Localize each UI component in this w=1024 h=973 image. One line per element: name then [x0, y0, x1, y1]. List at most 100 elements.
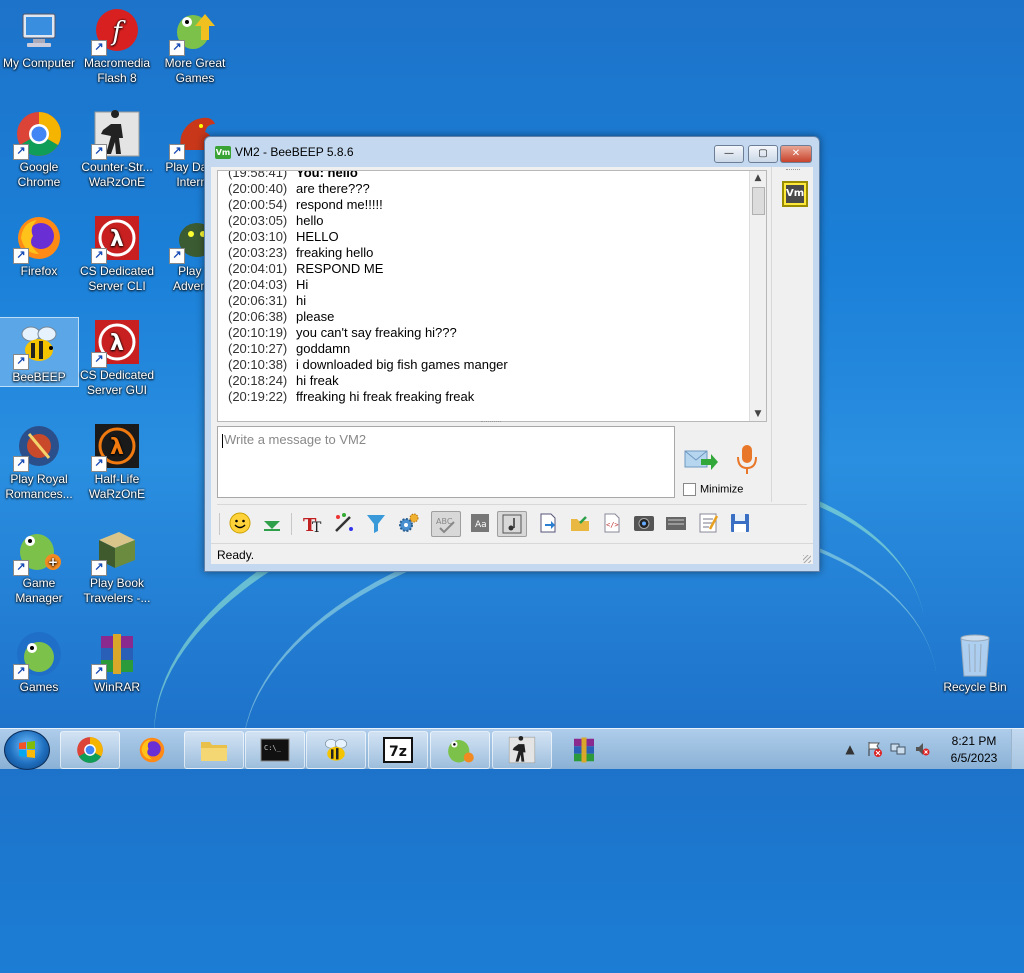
- taskbar-chrome[interactable]: [60, 731, 120, 769]
- window-client-area: (19:58:41) You: hello (20:00:40) are there…: [211, 167, 813, 564]
- title-bar[interactable]: Vm VM2 - BeeBEEP 5.8.6 — ▢ ✕: [205, 137, 819, 167]
- computer-icon: [15, 6, 63, 54]
- chat-line: (20:10:19) you can't say freaking hi???: [228, 325, 457, 341]
- taskbar-cmd[interactable]: C:\_: [245, 731, 305, 769]
- color-icon[interactable]: [331, 511, 357, 537]
- terminal-icon: C:\_: [260, 738, 290, 762]
- microphone-icon: [737, 445, 757, 474]
- folder-share-icon[interactable]: [567, 511, 593, 537]
- desktop-icon-royal-romances[interactable]: ↗ Play Royal Romances...: [0, 416, 78, 502]
- start-button[interactable]: [4, 730, 50, 770]
- message-input[interactable]: Write a message to VM2: [217, 426, 675, 498]
- folder-icon: [201, 742, 227, 761]
- desktop-icon-half-life[interactable]: λ ↗ Half-Life WaRzOnE: [78, 416, 156, 502]
- note-icon[interactable]: [695, 511, 721, 537]
- svg-text:Aa: Aa: [475, 520, 487, 530]
- font-icon[interactable]: TT: [299, 511, 325, 537]
- checkbox-box[interactable]: [683, 483, 696, 496]
- scroll-down-icon[interactable]: ▼: [753, 409, 763, 419]
- taskbar-firefox[interactable]: [122, 731, 182, 769]
- desktop-icon-my-computer[interactable]: My Computer: [0, 0, 78, 71]
- frog-icon: ↗: [13, 630, 63, 680]
- keyboard-icon[interactable]: [663, 511, 689, 537]
- filter-icon[interactable]: [363, 511, 389, 537]
- desktop-icon-label: BeeBEEP: [12, 370, 66, 384]
- message-time: (19:58:41): [228, 170, 288, 180]
- minimize-checkbox[interactable]: Minimize: [683, 483, 743, 496]
- message-text: goddamn: [296, 341, 351, 356]
- svg-text:</>: </>: [606, 521, 619, 529]
- half-life-icon: λ ↗: [91, 422, 141, 472]
- show-desktop-button[interactable]: [1011, 729, 1024, 769]
- desktop-icon-recycle-bin[interactable]: Recycle Bin: [936, 624, 1014, 695]
- chat-line: (20:03:05) hello: [228, 213, 323, 229]
- desktop-icon-label: Games: [19, 680, 59, 694]
- chat-scrollbar[interactable]: ▲ ▼: [749, 171, 766, 421]
- send-icon: [684, 450, 718, 470]
- spellcheck-icon[interactable]: ABC: [431, 511, 461, 537]
- desktop-icon-label: Half-Life WaRzOnE: [88, 472, 146, 501]
- taskbar-beebeep[interactable]: [306, 731, 366, 769]
- chat-line: (20:03:23) freaking hello: [228, 245, 373, 261]
- 7zip-icon: 7z: [383, 737, 413, 763]
- desktop-icon-counter-strike[interactable]: ↗ Counter-Str... WaRzOnE: [78, 104, 156, 190]
- chat-line: (20:03:10) HELLO: [228, 229, 339, 245]
- save-icon[interactable]: [727, 511, 753, 537]
- chat-line: (20:06:38) please: [228, 309, 334, 325]
- desktop-icon-game-manager[interactable]: + ↗ Game Manager: [0, 520, 78, 606]
- scroll-thumb[interactable]: [752, 187, 765, 215]
- network-icon[interactable]: [890, 741, 906, 757]
- message-time: (20:10:27): [228, 341, 288, 356]
- resize-grip[interactable]: [803, 555, 811, 563]
- clock-date: 6/5/2023: [950, 751, 998, 765]
- desktop-icon-cs-server-gui[interactable]: λ ↗ CS Dedicated Server GUI: [78, 312, 156, 398]
- app-icon: Vm: [215, 146, 231, 159]
- close-button[interactable]: ✕: [780, 145, 812, 163]
- desktop-icon-flash[interactable]: f ↗ Macromedia Flash 8: [78, 0, 156, 86]
- send-file-icon[interactable]: [535, 511, 561, 537]
- desktop-icon-cs-server-cli[interactable]: λ ↗ CS Dedicated Server CLI: [78, 208, 156, 294]
- counter-strike-icon: [508, 736, 536, 764]
- desktop-icon-winrar[interactable]: ↗ WinRAR: [78, 624, 156, 695]
- send-button[interactable]: [683, 445, 719, 475]
- desktop-icon-games[interactable]: ↗ Games: [0, 624, 78, 695]
- settings-icon[interactable]: [395, 511, 421, 537]
- frog-icon: [448, 740, 474, 763]
- text-format-icon[interactable]: Aa: [467, 511, 493, 537]
- chat-line: (20:00:54) respond me!!!!!: [228, 197, 383, 213]
- taskbar-explorer[interactable]: [184, 731, 244, 769]
- desktop-icon-beebeep[interactable]: ↗ BeeBEEP: [0, 317, 79, 387]
- music-note-icon[interactable]: [497, 511, 527, 537]
- chrome-icon: [77, 737, 103, 763]
- user-avatar[interactable]: Vm: [782, 181, 808, 207]
- desktop-icon-firefox[interactable]: ↗ Firefox: [0, 208, 78, 279]
- chat-line: (20:19:22) ffreaking hi freak freaking fr…: [228, 389, 474, 405]
- show-hidden-icons-icon[interactable]: ▲: [842, 741, 858, 757]
- action-center-icon[interactable]: [866, 741, 882, 757]
- desktop-icon-book-travelers[interactable]: ↗ Play Book Travelers -...: [78, 520, 156, 606]
- maximize-button[interactable]: ▢: [748, 145, 778, 163]
- voice-message-button[interactable]: [733, 443, 761, 477]
- emoticon-icon[interactable]: [227, 511, 253, 537]
- taskbar-game-manager[interactable]: [430, 731, 490, 769]
- taskbar-clock[interactable]: 8:21 PM 6/5/2023: [938, 733, 1010, 767]
- recycle-bin-icon: [951, 630, 999, 678]
- volume-muted-icon[interactable]: [914, 741, 930, 757]
- minimize-button[interactable]: —: [714, 145, 744, 163]
- taskbar-7zip[interactable]: 7z: [368, 731, 428, 769]
- chat-line: (20:04:01) RESPOND ME: [228, 261, 383, 277]
- user-panel: Vm: [771, 167, 812, 502]
- chat-history[interactable]: (19:58:41) You: hello (20:00:40) are there…: [217, 170, 767, 422]
- screenshot-icon[interactable]: [631, 511, 657, 537]
- scroll-up-icon[interactable]: ▲: [753, 173, 763, 183]
- taskbar-counter-strike[interactable]: [492, 731, 552, 769]
- desktop-icon-more-games[interactable]: ↗ More Great Games: [156, 0, 234, 86]
- taskbar-winrar[interactable]: [554, 731, 614, 769]
- download-icon[interactable]: [259, 511, 285, 537]
- desktop-icon-chrome[interactable]: ↗ Google Chrome: [0, 104, 78, 190]
- html-code-icon[interactable]: </>: [599, 511, 625, 537]
- taskbar: C:\_ 7z ▲ 8:21 PM 6/5/2023: [0, 728, 1024, 770]
- message-time: (20:18:24): [228, 373, 288, 388]
- desktop-icon-label: Play Book Travelers -...: [83, 576, 151, 605]
- svg-text:λ: λ: [110, 435, 124, 460]
